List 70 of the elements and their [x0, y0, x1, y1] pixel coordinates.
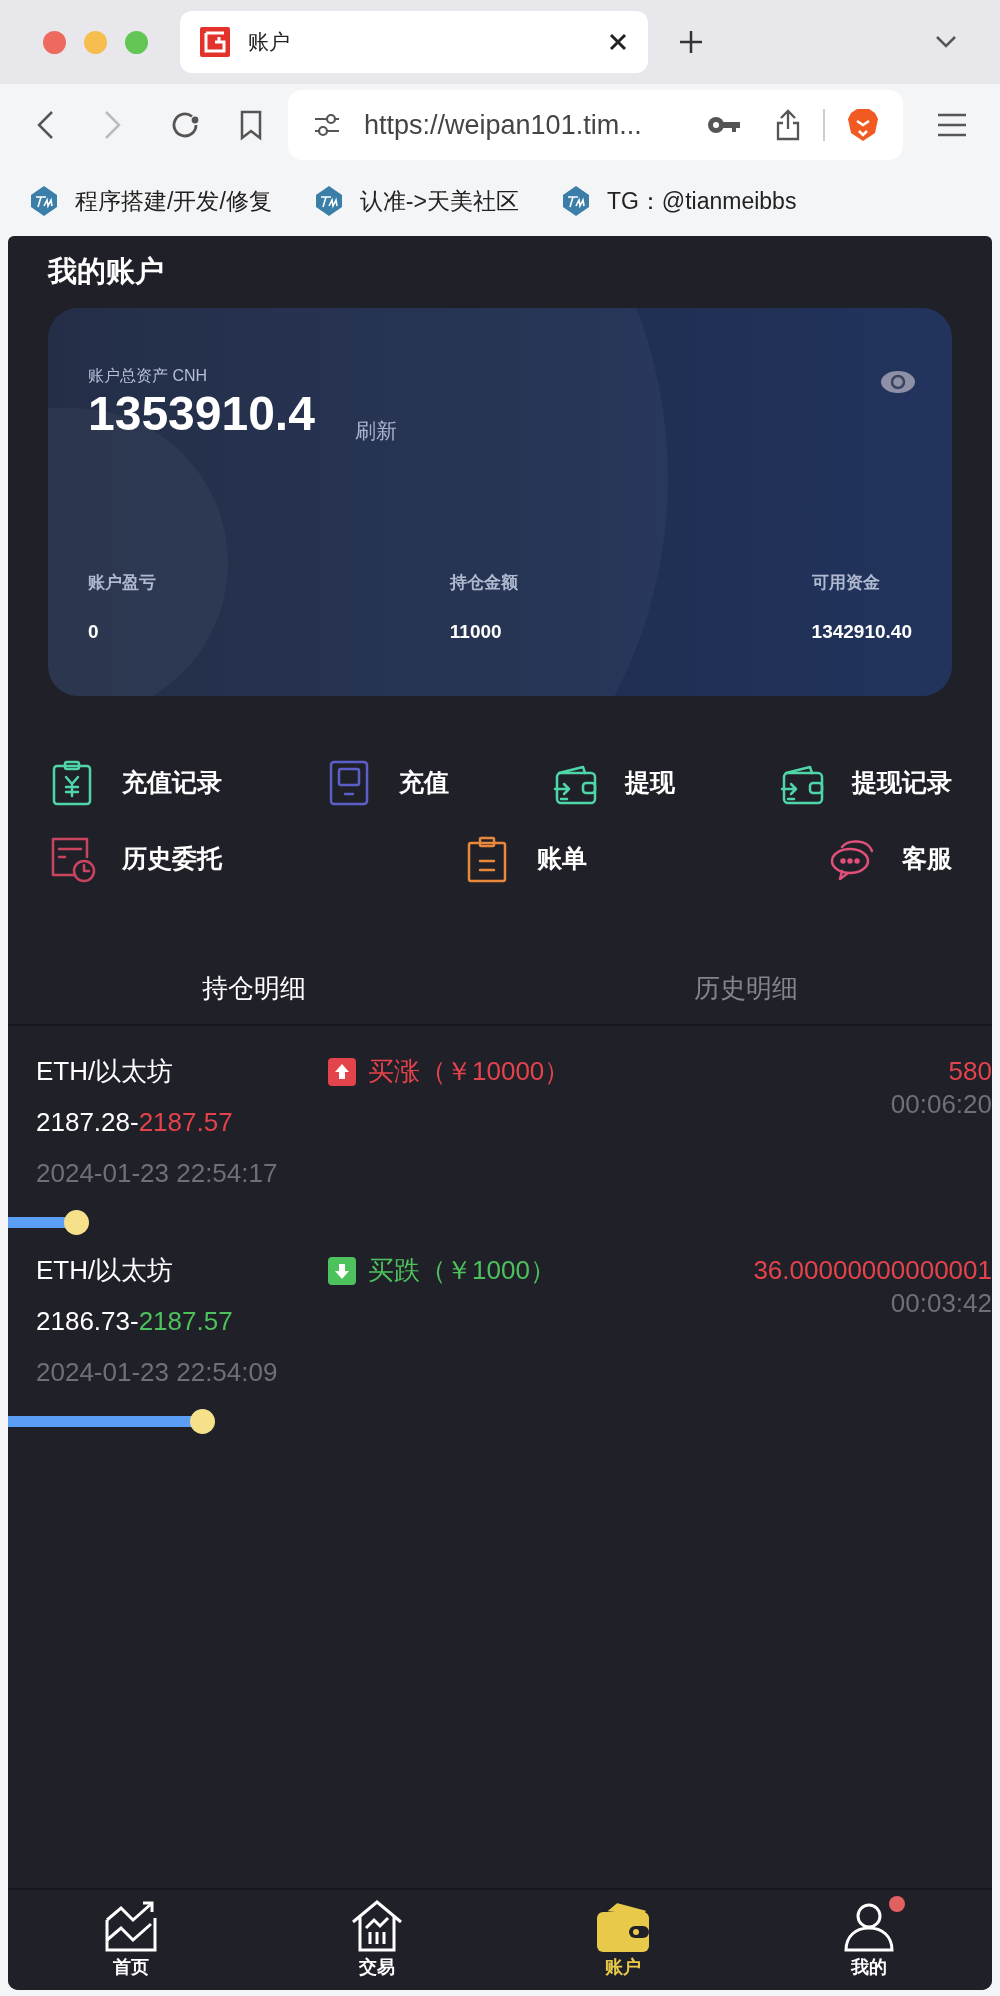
nav-tab[interactable]: 我的: [746, 1890, 992, 1990]
shortcut-item[interactable]: 提现: [551, 759, 676, 807]
open-price: 2187.28-: [36, 1106, 139, 1139]
shortcut-item[interactable]: 客服: [828, 835, 952, 883]
profit-value: 36.00000000000001: [753, 1254, 992, 1287]
detail-tab[interactable]: 持仓明细: [8, 952, 500, 1024]
nav-tab[interactable]: 交易: [254, 1890, 500, 1990]
open-time: 2024-01-23 22:54:09: [36, 1356, 279, 1389]
tab-title: 账户: [248, 29, 290, 56]
stat-value: 0: [88, 619, 100, 644]
shortcut-item[interactable]: 提现记录: [777, 759, 952, 807]
hold-duration: 00:06:20: [890, 1088, 992, 1121]
chevron-down-icon[interactable]: [935, 35, 957, 49]
order-label: 买跌（￥1000）: [368, 1254, 556, 1287]
bookmark-link[interactable]: 认准->天美社区: [359, 183, 519, 219]
shortcut-label: 提现: [625, 767, 676, 799]
nav-tab[interactable]: 首页: [8, 1890, 254, 1990]
order-label: 买涨（￥10000）: [368, 1055, 571, 1088]
close-icon[interactable]: [608, 32, 628, 52]
shortcut-label: 充值: [398, 767, 449, 799]
house-chart-icon: [349, 1898, 405, 1954]
bookmark-link[interactable]: TG：@tianmeibbs: [606, 183, 797, 219]
nav-label: 我的: [851, 1956, 887, 1979]
refresh-link[interactable]: 刷新: [354, 414, 397, 446]
symbol-name: ETH/以太坊: [36, 1055, 175, 1088]
stat-label: 可用资金: [811, 572, 881, 594]
current-price: 2187.57: [138, 1106, 233, 1139]
arrow-up-icon: [328, 1057, 356, 1086]
profit-value: 580: [948, 1055, 992, 1088]
nav-label: 账户: [605, 1956, 641, 1979]
total-assets-label: 账户总资产 CNH: [88, 366, 208, 386]
shortcut-label: 客服: [902, 843, 952, 875]
shortcut-label: 提现记录: [851, 767, 952, 799]
shortcut-label: 历史委托: [122, 843, 222, 875]
menu-icon[interactable]: [937, 113, 967, 137]
arrow-down-icon: [328, 1256, 356, 1285]
progress-thumb: [190, 1408, 215, 1434]
stat-value: 1342910.40: [811, 619, 912, 644]
url-text: https://weipan101.tim...: [364, 108, 642, 142]
site-logo-icon: [200, 27, 230, 57]
nav-label: 交易: [359, 1956, 395, 1979]
current-price: 2187.57: [138, 1305, 233, 1338]
symbol-name: ETH/以太坊: [36, 1254, 175, 1287]
nav-label: 首页: [113, 1956, 149, 1979]
address-bar[interactable]: https://weipan101.tim...: [288, 90, 903, 160]
new-tab-plus-icon[interactable]: [678, 29, 704, 55]
shortcut-item[interactable]: 账单: [463, 835, 587, 883]
bookmark-link[interactable]: 程序搭建/开发/修复: [75, 183, 272, 219]
browser-tab[interactable]: 账户: [180, 11, 648, 73]
page-title: 我的账户: [48, 254, 164, 290]
shortcut-item[interactable]: 充值: [324, 759, 449, 807]
open-price: 2186.73-: [36, 1305, 139, 1338]
shortcut-label: 充值记录: [122, 767, 222, 799]
shortcut-item[interactable]: 充值记录: [48, 759, 222, 807]
stat-value: 11000: [449, 619, 503, 644]
bookmark-icon[interactable]: [239, 109, 263, 141]
total-assets-value: 1353910.4: [88, 386, 315, 442]
progress-thumb: [64, 1209, 89, 1235]
stat-label: 账户盈亏: [88, 572, 156, 594]
stat-label: 持仓金额: [449, 572, 518, 594]
close-window-icon[interactable]: [43, 30, 66, 54]
shortcut-item[interactable]: 历史委托: [48, 835, 222, 883]
shortcut-label: 账单: [537, 843, 587, 875]
eye-icon[interactable]: [880, 370, 916, 394]
hold-duration: 00:03:42: [890, 1287, 992, 1320]
open-time: 2024-01-23 22:54:17: [36, 1157, 279, 1190]
detail-tab[interactable]: 历史明细: [500, 952, 992, 1024]
key-icon[interactable]: [707, 115, 741, 135]
share-icon[interactable]: [775, 109, 801, 141]
nav-tab[interactable]: 账户: [500, 1890, 746, 1990]
